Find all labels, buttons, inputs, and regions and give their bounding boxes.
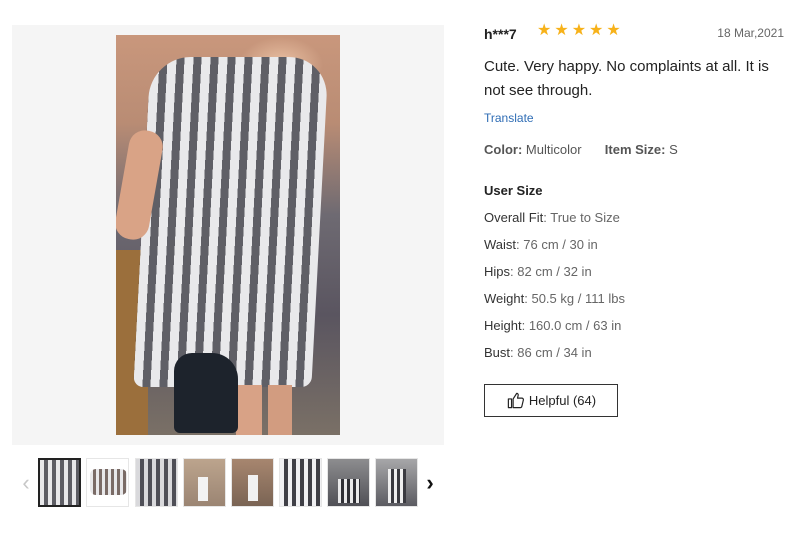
thumbnail-6[interactable]: [279, 458, 322, 507]
chevron-right-icon[interactable]: ›: [420, 470, 440, 496]
thumbnail-4[interactable]: [183, 458, 226, 507]
star-icon: ★: [554, 22, 569, 39]
star-icon: ★: [606, 22, 621, 39]
item-size-label: Item Size: [604, 142, 662, 157]
size-row-overall-fit: Overall Fit: True to Size: [484, 210, 620, 225]
reviewer-name: h***7: [484, 26, 517, 42]
star-icon: ★: [589, 22, 604, 39]
thumbnail-5[interactable]: [231, 458, 274, 507]
thumbnail-8[interactable]: [375, 458, 418, 507]
star-rating: ★ ★ ★ ★ ★: [537, 23, 621, 39]
size-row-waist: Waist: 76 cm / 30 in: [484, 237, 598, 252]
size-row-hips: Hips: 82 cm / 32 in: [484, 264, 592, 279]
size-row-bust: Bust: 86 cm / 34 in: [484, 345, 592, 360]
review-date: 18 Mar,2021: [717, 26, 784, 40]
star-icon: ★: [537, 22, 552, 39]
thumbs-up-icon: [507, 392, 524, 409]
color-value: Multicolor: [525, 142, 582, 157]
photo-leg: [236, 385, 262, 435]
helpful-button[interactable]: Helpful (64): [484, 384, 618, 417]
thumbnail-1[interactable]: [38, 458, 81, 507]
thumbnail-strip: ‹ ›: [0, 452, 444, 514]
purchase-attributes: Color: Multicolor Item Size: S: [484, 142, 678, 157]
photo-bag: [174, 353, 238, 433]
item-size-value: S: [669, 142, 678, 157]
main-review-photo[interactable]: [12, 25, 444, 445]
thumbnail-7[interactable]: [327, 458, 370, 507]
color-label: Color: [484, 142, 518, 157]
review-text: Cute. Very happy. No complaints at all. …: [484, 58, 769, 99]
user-size-title: User Size: [484, 183, 543, 198]
chevron-left-icon[interactable]: ‹: [16, 470, 36, 496]
photo-striped-dress: [133, 57, 329, 387]
translate-link[interactable]: Translate: [484, 111, 534, 125]
star-icon: ★: [571, 22, 587, 39]
size-row-height: Height: 160.0 cm / 63 in: [484, 318, 622, 333]
photo-leg: [268, 385, 292, 435]
thumbnail-2[interactable]: [86, 458, 129, 507]
helpful-label: Helpful (64): [528, 393, 597, 408]
thumbnail-3[interactable]: [135, 458, 178, 507]
review-photo-image: [116, 35, 340, 435]
size-row-weight: Weight: 50.5 kg / 111 lbs: [484, 291, 625, 306]
